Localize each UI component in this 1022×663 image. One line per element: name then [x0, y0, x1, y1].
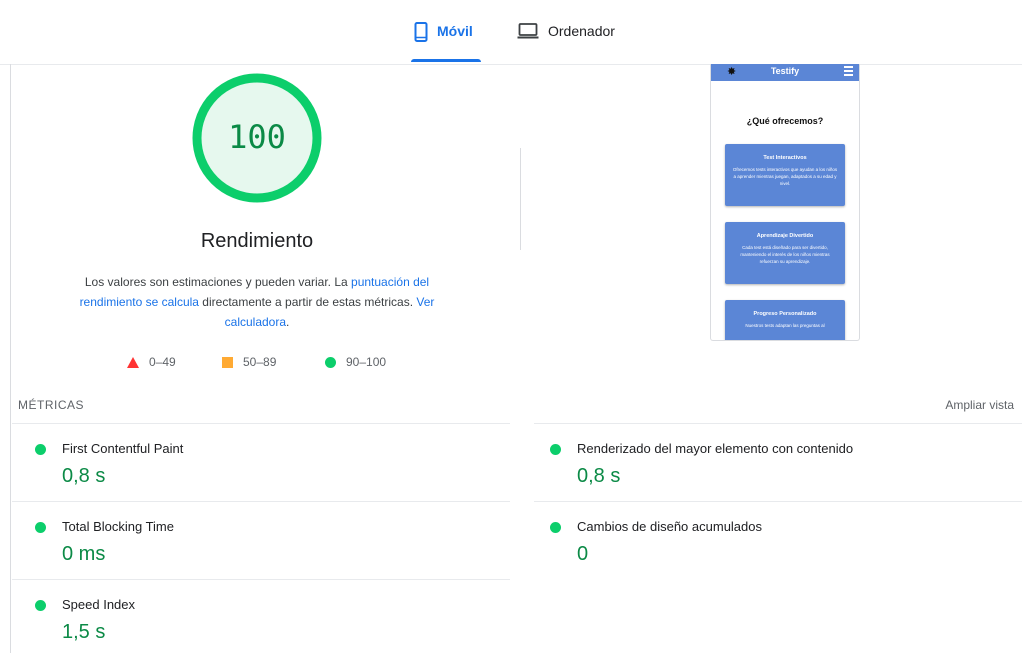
tab-mobile[interactable]: Móvil: [414, 22, 473, 58]
legend-label: 90–100: [346, 355, 387, 369]
column-divider: [520, 148, 521, 250]
legend-item-average: 50–89: [222, 355, 276, 369]
description-text-1: Los valores son estimaciones y pueden va…: [84, 275, 352, 289]
metric-name: Cambios de diseño acumulados: [577, 519, 762, 534]
metric-cumulative-layout-shift: Cambios de diseño acumulados 0: [550, 515, 1020, 585]
metric-name: First Contentful Paint: [62, 441, 184, 456]
smartphone-icon: [414, 22, 428, 45]
preview-card-body: Cada test está diseñado para ser diverti…: [740, 245, 830, 264]
pass-circle-icon: [550, 444, 561, 455]
metric-first-contentful-paint: First Contentful Paint 0,8 s: [35, 437, 505, 507]
preview-card-body: Nuestros tests adaptan las preguntas al: [745, 323, 825, 328]
device-tabs: Móvil Ordenador: [0, 0, 1022, 65]
metric-total-blocking-time: Total Blocking Time 0 ms: [35, 515, 505, 585]
metric-largest-contentful-paint: Renderizado del mayor elemento con conte…: [550, 437, 1020, 507]
legend-item-pass: 90–100: [325, 355, 386, 369]
divider: [12, 579, 510, 580]
legend-label: 0–49: [149, 355, 176, 369]
divider: [534, 423, 1022, 424]
metric-name: Renderizado del mayor elemento con conte…: [577, 441, 854, 456]
preview-card-title: Test Interactivos: [763, 155, 807, 161]
description-text-3: .: [286, 315, 290, 329]
preview-card-body: Ofrecemos tests interactivos que ayudan …: [732, 167, 838, 186]
green-circle-icon: [325, 356, 336, 368]
preview-header: ✸ Testify: [711, 64, 859, 81]
pass-circle-icon: [35, 522, 46, 533]
metrics-header: MÉTRICAS: [18, 398, 85, 412]
preview-card: Progreso Personalizado Nuestros tests ad…: [725, 300, 845, 340]
legend-item-fail: 0–49: [127, 355, 176, 369]
metric-value: 0,8 s: [577, 465, 621, 487]
metric-name: Speed Index: [62, 597, 136, 612]
description-text-2: directamente a partir de estas métricas.: [198, 295, 417, 309]
pass-circle-icon: [35, 600, 46, 611]
page-screenshot-preview[interactable]: ✸ Testify ¿Qué ofrecemos? Test Interacti…: [710, 64, 860, 341]
legend-label: 50–89: [243, 355, 277, 369]
preview-card-title: Progreso Personalizado: [753, 311, 817, 317]
active-tab-indicator: [411, 59, 481, 62]
expand-view-toggle[interactable]: Ampliar vista: [945, 398, 1014, 412]
hamburger-menu-icon: [844, 66, 853, 78]
preview-card-title: Aprendizaje Divertido: [756, 233, 814, 239]
tab-mobile-label: Móvil: [437, 23, 473, 39]
divider: [534, 501, 1022, 502]
preview-card: Aprendizaje Divertido Cada test está dis…: [725, 222, 845, 284]
tab-desktop-label: Ordenador: [548, 23, 615, 39]
gauge-title: Rendimiento: [200, 230, 314, 252]
divider: [12, 423, 510, 424]
score-value: 100: [228, 118, 286, 156]
preview-card: Test Interactivos Ofrecemos tests intera…: [725, 144, 845, 206]
metric-value: 1,5 s: [62, 621, 106, 643]
divider: [12, 501, 510, 502]
laptop-icon: [517, 22, 539, 43]
pass-circle-icon: [35, 444, 46, 455]
preview-site-title: Testify: [770, 66, 800, 76]
metric-value: 0 ms: [62, 543, 106, 565]
red-triangle-icon: [127, 356, 139, 368]
metric-name: Total Blocking Time: [62, 519, 174, 534]
score-legend: 0–49 50–89 90–100: [0, 355, 520, 371]
preview-heading: ¿Qué ofrecemos?: [746, 116, 824, 126]
score-description: Los valores son estimaciones y pueden va…: [62, 272, 452, 332]
metric-value: 0,8 s: [62, 465, 106, 487]
metric-value: 0: [577, 543, 589, 565]
pass-circle-icon: [550, 522, 561, 533]
orange-square-icon: [222, 356, 233, 368]
tab-desktop[interactable]: Ordenador: [517, 22, 615, 58]
